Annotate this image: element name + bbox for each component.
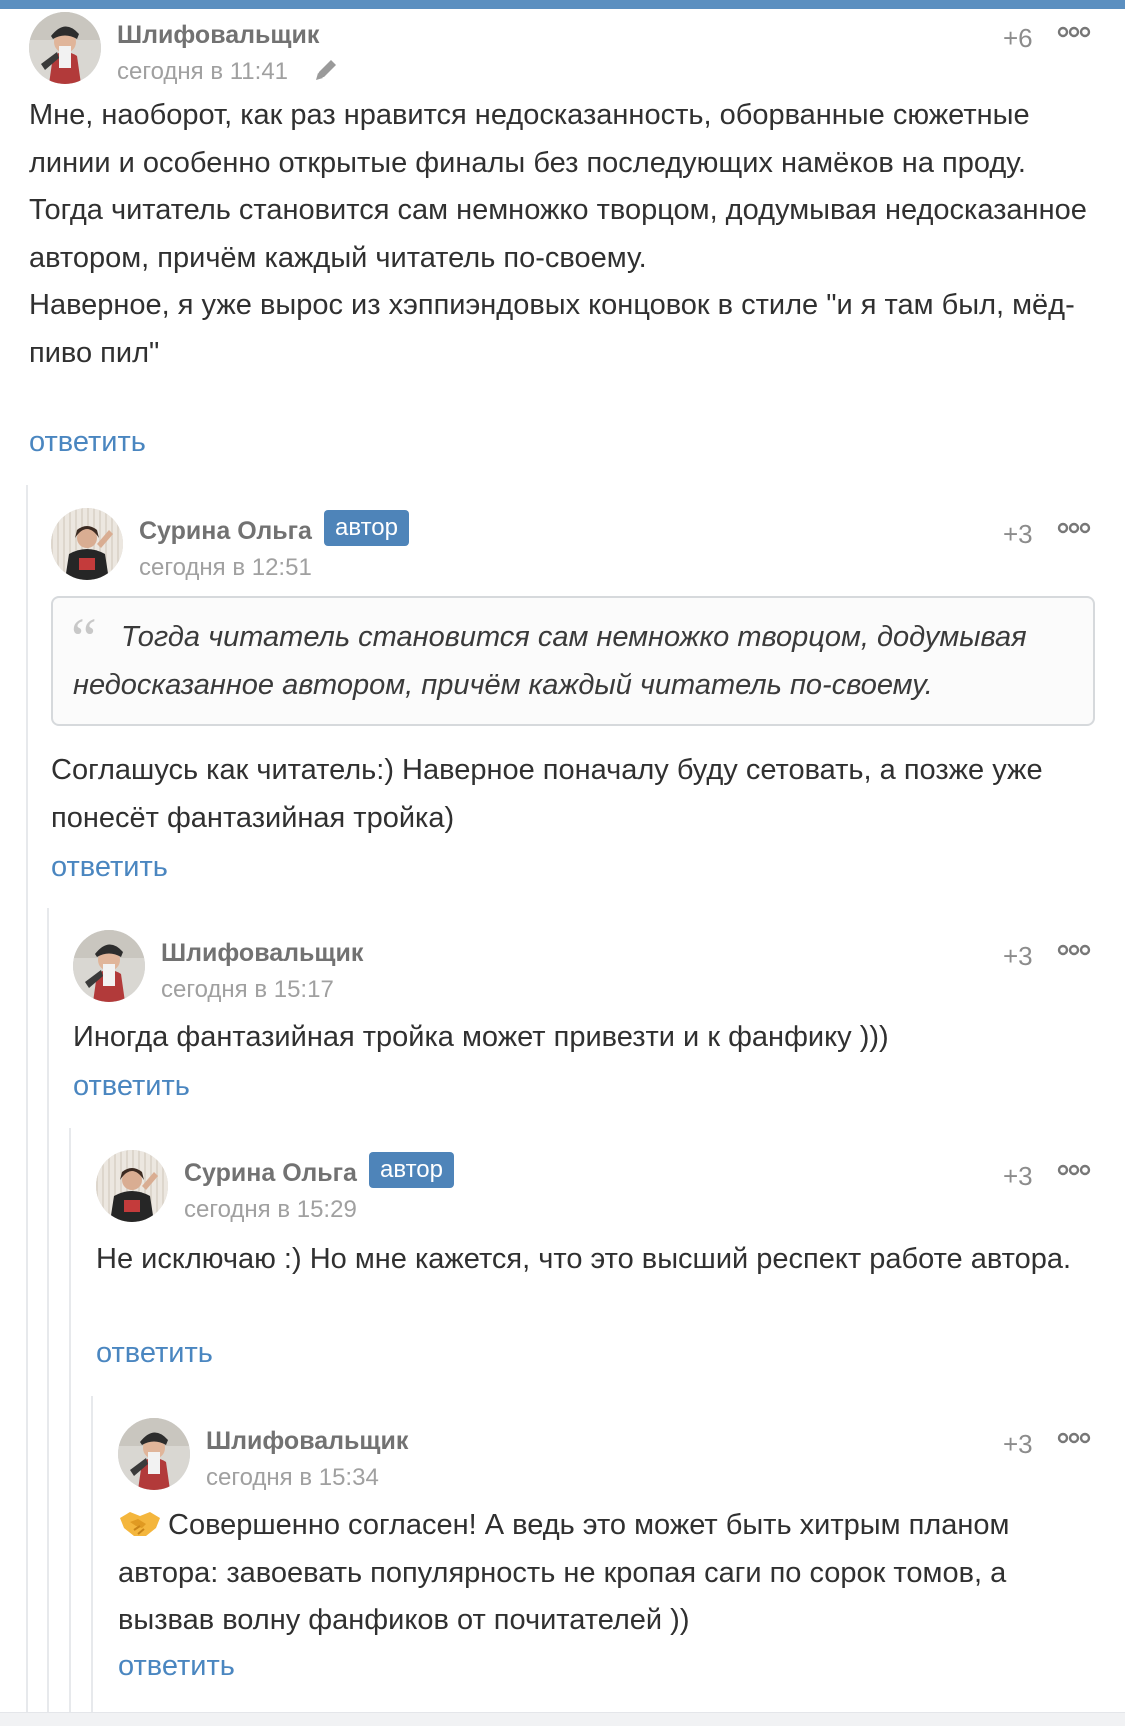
thread-line-level-1 xyxy=(26,485,28,1712)
rating: +3 xyxy=(1003,941,1033,971)
reply-link[interactable]: ответить xyxy=(73,1070,190,1103)
thread-line-level-3 xyxy=(69,1128,71,1712)
author-badge: автор xyxy=(324,510,409,546)
comment-text: Не исключаю :) Но мне кажется, что это в… xyxy=(96,1243,1072,1275)
more-options-icon[interactable] xyxy=(1057,1430,1091,1446)
rating: +3 xyxy=(1003,1429,1033,1459)
bottom-bar xyxy=(0,1712,1125,1726)
comment-4: Сурина Ольга автор сегодня в 15:29 +3 Не… xyxy=(96,1150,1099,1374)
pencil-icon xyxy=(316,60,336,80)
author-name[interactable]: Сурина Ольга xyxy=(139,517,312,546)
more-options-icon[interactable] xyxy=(1057,24,1091,40)
rating: +3 xyxy=(1003,519,1033,549)
thread-line-level-2 xyxy=(47,908,49,1712)
comment-time: сегодня в 12:51 xyxy=(139,554,312,581)
more-options-icon[interactable] xyxy=(1057,1162,1091,1178)
avatar[interactable] xyxy=(29,12,101,84)
author-name[interactable]: Шлифовальщик xyxy=(206,1427,408,1456)
thread-line-level-4 xyxy=(91,1396,93,1712)
more-options-icon[interactable] xyxy=(1057,942,1091,958)
avatar[interactable] xyxy=(73,930,145,1002)
comment-time: сегодня в 15:34 xyxy=(206,1464,379,1491)
comment-1: Шлифовальщик сегодня в 11:41 +6 Мне, нао… xyxy=(29,12,1099,472)
comment-3: Шлифовальщик сегодня в 15:17 +3 Иногда ф… xyxy=(73,930,1099,1110)
top-bar xyxy=(0,0,1125,9)
reply-link[interactable]: ответить xyxy=(29,426,146,459)
comment-text: Мне, наоборот, как раз нравится недосказ… xyxy=(29,99,1087,369)
rating: +3 xyxy=(1003,1161,1033,1191)
avatar[interactable] xyxy=(51,508,123,580)
comment-5: Шлифовальщик сегодня в 15:34 +3 Совершен… xyxy=(118,1418,1099,1708)
comment-text: Совершенно согласен! А ведь это может бы… xyxy=(118,1509,1010,1636)
comment-time: сегодня в 15:29 xyxy=(184,1196,357,1223)
handshake-emoji xyxy=(120,1512,160,1536)
comment-text: Соглашусь как читатель:) Наверное понача… xyxy=(51,754,1043,834)
reply-link[interactable]: ответить xyxy=(96,1337,213,1370)
comment-text-block: Совершенно согласен! А ведь это может бы… xyxy=(118,1502,1099,1645)
comment-text: Иногда фантазийная тройка может привезти… xyxy=(73,1021,889,1053)
avatar[interactable] xyxy=(118,1418,190,1490)
author-name[interactable]: Шлифовальщик xyxy=(161,939,363,968)
rating: +6 xyxy=(1003,23,1033,53)
comment-time: сегодня в 15:17 xyxy=(161,976,334,1003)
author-badge: автор xyxy=(369,1152,454,1188)
author-name[interactable]: Шлифовальщик xyxy=(117,21,319,50)
quote-text: Тогда читатель становится сам немножко т… xyxy=(73,621,1027,701)
comment-2: Сурина Ольга автор сегодня в 12:51 +3 “ … xyxy=(51,508,1099,888)
reply-link[interactable]: ответить xyxy=(51,851,168,884)
reply-link[interactable]: ответить xyxy=(118,1650,235,1683)
comment-time: сегодня в 11:41 xyxy=(117,58,289,85)
more-options-icon[interactable] xyxy=(1057,520,1091,536)
author-name[interactable]: Сурина Ольга xyxy=(184,1159,357,1188)
quote-block: “ Тогда читатель становится сам немножко… xyxy=(51,596,1095,726)
avatar[interactable] xyxy=(96,1150,168,1222)
